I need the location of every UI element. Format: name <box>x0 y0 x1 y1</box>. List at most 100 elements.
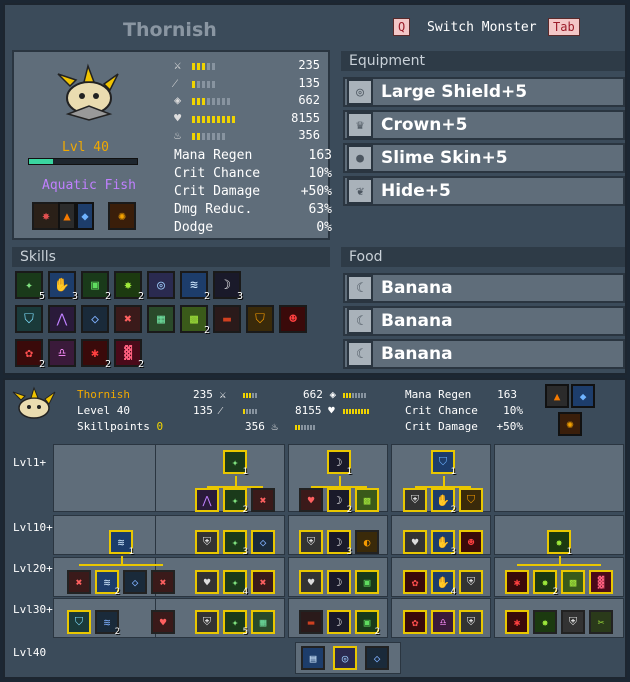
skill-node[interactable]: ☽ 1 <box>327 450 352 477</box>
skill-node[interactable]: ✋ 3 <box>431 530 456 557</box>
switch-monster-label[interactable]: Switch Monster <box>427 20 537 35</box>
stat-bar-segment <box>358 409 360 414</box>
skill-icon[interactable]: ▦ <box>147 305 175 333</box>
skill-node[interactable]: ✱ <box>505 610 529 634</box>
skill-node[interactable]: ▣ <box>355 570 379 594</box>
skill-node[interactable]: ⛨ <box>459 570 483 594</box>
tree-monster-name: Thornish <box>77 388 130 401</box>
trait-icon-1[interactable]: ✸ <box>32 202 60 230</box>
skill-icon[interactable]: ✿ 2 <box>15 339 45 370</box>
skill-node[interactable]: ✸ 1 <box>547 530 572 557</box>
skill-node[interactable]: ▦ <box>251 610 275 634</box>
sun-icon[interactable]: ✺ <box>108 202 136 230</box>
equip-slot-3[interactable]: ● Slime Skin+5 <box>343 143 625 173</box>
skill-node[interactable]: ≋ 2 <box>95 610 120 637</box>
skill-node[interactable]: ▩ <box>561 570 585 594</box>
skill-icon[interactable]: ✋ 3 <box>48 271 78 302</box>
skill-node[interactable]: ☽ 2 <box>327 488 352 515</box>
key-q[interactable]: Q <box>393 18 411 36</box>
skill-node[interactable]: ✖ <box>251 570 275 594</box>
skill-node[interactable]: ⛨ <box>299 530 323 554</box>
skill-node[interactable]: ☽ 3 <box>327 530 352 557</box>
skill-node[interactable]: ✋ 4 <box>431 570 456 597</box>
skill-icon[interactable]: ✱ 2 <box>81 339 111 370</box>
skill-icon[interactable]: ✦ 5 <box>15 271 45 302</box>
skill-icon[interactable]: ⛉ <box>15 305 43 333</box>
skill-node[interactable]: ⛨ <box>561 610 585 634</box>
skill-node[interactable]: ▬ <box>299 610 323 634</box>
skill-node[interactable]: ✦ 2 <box>223 488 248 515</box>
skill-icon[interactable]: ⛉ <box>246 305 274 333</box>
skill-node[interactable]: ▩ <box>355 488 379 512</box>
skill-icon[interactable]: ☻ <box>279 305 307 333</box>
key-tab[interactable]: Tab <box>548 18 580 36</box>
skill-node[interactable]: ⋀ <box>195 488 219 512</box>
equip-slot-4[interactable]: ❦ Hide+5 <box>343 176 625 206</box>
skill-node[interactable]: ✖ <box>151 570 175 594</box>
food-slot-1[interactable]: ☾ Banana <box>343 273 625 303</box>
skill-node[interactable]: ⛨ <box>403 488 427 512</box>
skill-node[interactable]: ⛉ <box>67 610 91 634</box>
stat-bar-segment <box>207 81 210 88</box>
skill-node[interactable]: ◎ <box>333 646 357 670</box>
skill-node[interactable]: ◇ <box>123 570 147 594</box>
skill-icon[interactable]: ⋀ <box>48 305 76 333</box>
skill-node[interactable]: ✱ <box>505 570 529 594</box>
flame-icon[interactable]: ▲ <box>545 384 569 408</box>
equip-slot-2[interactable]: ♛ Crown+5 <box>343 110 625 140</box>
skill-node[interactable]: ✦ 5 <box>223 610 248 637</box>
skill-node[interactable]: ▤ <box>301 646 325 670</box>
skill-node[interactable]: ◐ <box>355 530 379 554</box>
skill-node[interactable]: ♥ <box>299 488 323 512</box>
skill-node[interactable]: ♥ <box>195 570 219 594</box>
skill-node[interactable]: ✖ <box>251 488 275 512</box>
skill-node[interactable]: ✦ 4 <box>223 570 248 597</box>
skill-node[interactable]: ✦ 3 <box>223 530 248 557</box>
skill-node[interactable]: ≋ 2 <box>95 570 120 597</box>
skill-node[interactable]: ⛨ <box>195 610 219 634</box>
skill-icon[interactable]: ♎ <box>48 339 76 367</box>
skill-icon[interactable]: ≋ 2 <box>180 271 210 302</box>
lvl-label-40: Lvl40 <box>13 646 47 659</box>
skill-icon[interactable]: ▬ <box>213 305 241 333</box>
skill-node[interactable]: ✸ <box>533 610 557 634</box>
skill-node[interactable]: ✖ <box>67 570 91 594</box>
equip-slot-1[interactable]: ◎ Large Shield+5 <box>343 77 625 107</box>
skill-node[interactable]: ✦ 1 <box>223 450 248 477</box>
skill-node[interactable]: ⛨ <box>459 610 483 634</box>
water-shield-icon[interactable]: ◆ <box>571 384 595 408</box>
skill-node[interactable]: ☽ <box>327 570 351 594</box>
skill-node[interactable]: ✂ <box>589 610 613 634</box>
skill-icon[interactable]: ◎ <box>147 271 175 299</box>
banana-icon: ☾ <box>347 308 373 334</box>
skill-node[interactable]: ✋ 2 <box>431 488 456 515</box>
skill-node[interactable]: ♥ <box>151 610 175 634</box>
skill-node[interactable]: ⛉ <box>459 488 483 512</box>
skill-node[interactable]: ◇ <box>365 646 389 670</box>
food-slot-2[interactable]: ☾ Banana <box>343 306 625 336</box>
skill-node[interactable]: ⛨ <box>195 530 219 554</box>
skill-node[interactable]: ✿ <box>403 570 427 594</box>
sun-icon[interactable]: ✺ <box>558 412 582 436</box>
skill-node[interactable]: ✸ 2 <box>533 570 558 597</box>
skill-node[interactable]: ♥ <box>403 530 427 554</box>
skill-icon[interactable]: ◇ <box>81 305 109 333</box>
food-slot-3[interactable]: ☾ Banana <box>343 339 625 369</box>
skill-node[interactable]: ♥ <box>299 570 323 594</box>
skill-node[interactable]: ✿ <box>403 610 427 634</box>
skill-icon[interactable]: ▣ 2 <box>81 271 111 302</box>
skill-icon[interactable]: ☽ 3 <box>213 271 243 302</box>
skill-node[interactable]: ☻ <box>459 530 483 554</box>
skill-node[interactable]: ≋ 1 <box>109 530 134 557</box>
skill-icon[interactable]: ▓ 2 <box>114 339 144 370</box>
skill-icon[interactable]: ✖ <box>114 305 142 333</box>
skill-node[interactable]: ♎ <box>431 610 455 634</box>
trait-icon-group[interactable]: ▲ ◆ <box>58 202 98 230</box>
skill-node[interactable]: ▓ <box>589 570 613 594</box>
skill-node[interactable]: ▣ 2 <box>355 610 380 637</box>
skill-node[interactable]: ⛉ 1 <box>431 450 456 477</box>
skill-node[interactable]: ☽ <box>327 610 351 634</box>
skill-node[interactable]: ◇ <box>251 530 275 554</box>
skill-icon[interactable]: ▩ 2 <box>180 305 210 336</box>
skill-icon[interactable]: ✸ 2 <box>114 271 144 302</box>
